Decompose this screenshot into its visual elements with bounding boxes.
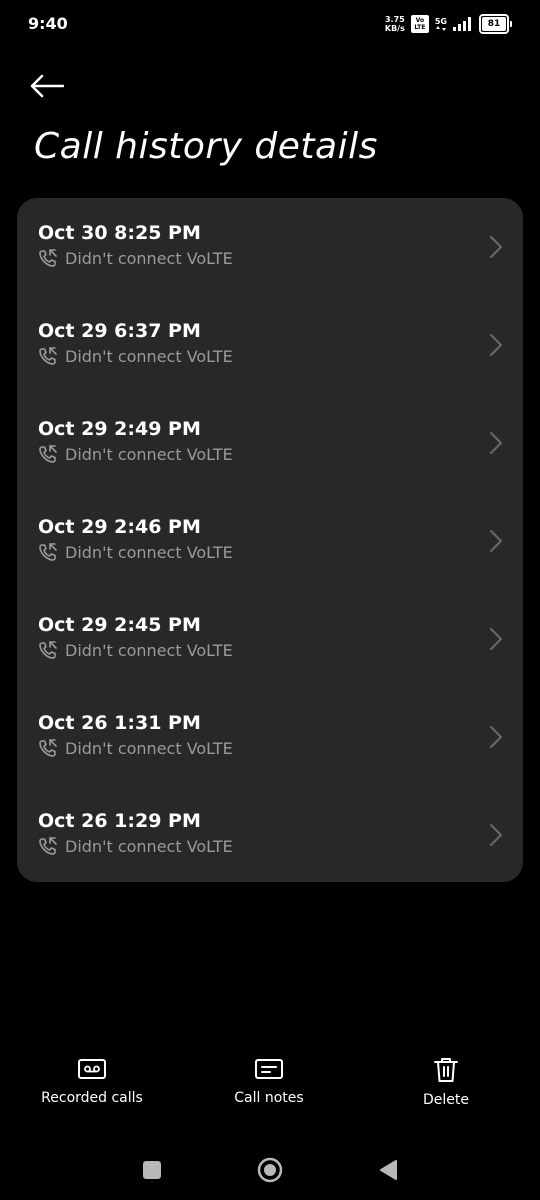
circle-icon [257,1157,283,1183]
triangle-back-icon [380,1160,397,1180]
delete-label: Delete [423,1092,469,1108]
system-nav-bar [0,1140,540,1200]
call-datetime: Oct 26 1:31 PM [38,712,201,734]
network-speed-value: 3.75 [384,15,405,24]
recorded-calls-button[interactable]: Recorded calls [38,1056,146,1106]
call-status-line: Didn't connect VoLTE [38,248,233,268]
call-status: Didn't connect VoLTE [65,248,233,268]
delete-button[interactable]: Delete [414,1056,478,1108]
status-bar: 9:40 3.75 KB/s Vo LTE 5G 81 [0,0,540,52]
chevron-right-icon [490,236,502,258]
battery-level: 81 [482,17,506,31]
call-missed-icon [39,445,57,463]
call-missed-icon [39,347,57,365]
call-status: Didn't connect VoLTE [65,738,233,758]
back-button[interactable] [30,66,80,106]
history-row[interactable]: Oct 30 8:25 PM Didn't connect VoLTE [17,198,523,296]
call-status-line: Didn't connect VoLTE [38,738,233,758]
call-status-line: Didn't connect VoLTE [38,640,233,660]
history-row[interactable]: Oct 26 1:31 PM Didn't connect VoLTE [17,688,523,786]
home-button[interactable] [254,1154,286,1186]
call-datetime: Oct 26 1:29 PM [38,810,201,832]
call-datetime: Oct 29 2:45 PM [38,614,201,636]
battery-icon: 81 [479,14,512,34]
battery-tip [510,21,512,27]
battery-body: 81 [479,14,509,34]
recents-button[interactable] [136,1154,168,1186]
call-status-line: Didn't connect VoLTE [38,542,233,562]
page-title: Call history details [34,126,378,167]
chevron-right-icon [490,432,502,454]
cassette-icon [78,1059,106,1079]
call-notes-button[interactable]: Call notes [226,1056,312,1106]
volte-icon: Vo LTE [410,15,429,33]
data-arrows-icon [435,25,446,31]
network-speed: 3.75 KB/s [385,15,405,33]
call-missed-icon [39,837,57,855]
volte-bottom: LTE [414,24,426,31]
call-datetime: Oct 29 2:46 PM [38,516,201,538]
call-status-line: Didn't connect VoLTE [38,836,233,856]
chevron-right-icon [490,530,502,552]
call-datetime: Oct 30 8:25 PM [38,222,201,244]
call-datetime: Oct 29 6:37 PM [38,320,201,342]
history-row[interactable]: Oct 29 2:45 PM Didn't connect VoLTE [17,590,523,688]
chevron-right-icon [490,726,502,748]
chevron-right-icon [490,628,502,650]
call-missed-icon [39,249,57,267]
square-icon [143,1161,161,1179]
call-status: Didn't connect VoLTE [65,836,233,856]
network-type-label: 5G [434,16,447,26]
call-missed-icon [39,543,57,561]
note-icon [255,1059,283,1079]
call-status: Didn't connect VoLTE [65,444,233,464]
network-type: 5G [434,16,447,31]
call-status-line: Didn't connect VoLTE [38,346,233,366]
signal-strength-icon [453,17,471,31]
call-status-line: Didn't connect VoLTE [38,444,233,464]
history-row[interactable]: Oct 29 2:46 PM Didn't connect VoLTE [17,492,523,590]
bottom-action-bar: Recorded calls Call notes Delete [0,1056,540,1116]
call-missed-icon [39,739,57,757]
call-notes-label: Call notes [234,1090,304,1106]
volte-top: Vo [415,17,425,24]
back-nav-button[interactable] [372,1154,404,1186]
call-datetime: Oct 29 2:49 PM [38,418,201,440]
recorded-calls-label: Recorded calls [41,1090,143,1106]
call-status: Didn't connect VoLTE [65,640,233,660]
call-missed-icon [39,641,57,659]
network-speed-unit: KB/s [384,24,405,33]
chevron-right-icon [490,334,502,356]
trash-icon [434,1058,458,1082]
history-row[interactable]: Oct 29 6:37 PM Didn't connect VoLTE [17,296,523,394]
arrow-left-icon [30,74,64,98]
status-time: 9:40 [28,14,68,33]
history-row[interactable]: Oct 26 1:29 PM Didn't connect VoLTE [17,786,523,882]
chevron-right-icon [490,824,502,846]
status-icons: 3.75 KB/s Vo LTE 5G 81 [385,14,512,34]
history-row[interactable]: Oct 29 2:49 PM Didn't connect VoLTE [17,394,523,492]
call-status: Didn't connect VoLTE [65,346,233,366]
call-history-list: Oct 30 8:25 PM Didn't connect VoLTE Oct … [17,198,523,882]
call-status: Didn't connect VoLTE [65,542,233,562]
